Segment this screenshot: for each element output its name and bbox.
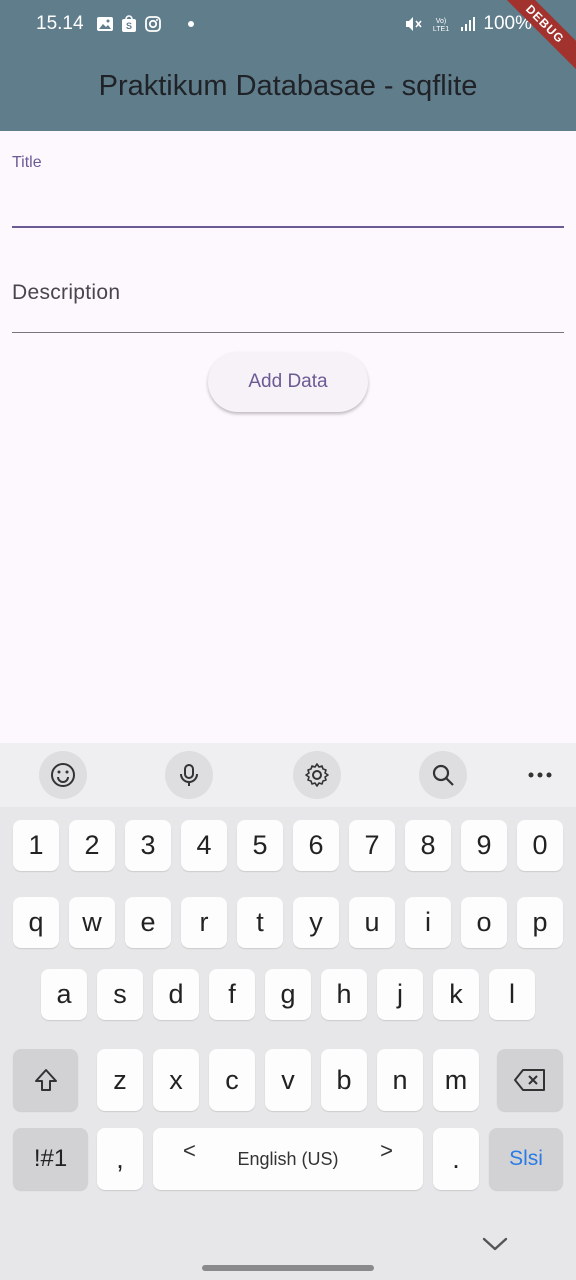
comma-key[interactable]: , bbox=[97, 1128, 143, 1190]
period-key[interactable]: . bbox=[433, 1128, 479, 1190]
backspace-icon bbox=[514, 1069, 545, 1091]
key-b[interactable]: b bbox=[321, 1049, 367, 1111]
key-0[interactable]: 0 bbox=[517, 820, 563, 871]
system-status-icons: Vo) LTE1 100% bbox=[403, 13, 532, 35]
gallery-icon bbox=[97, 17, 113, 31]
key-y[interactable]: y bbox=[293, 897, 339, 948]
instagram-icon bbox=[145, 16, 161, 32]
svg-text:Vo): Vo) bbox=[436, 18, 447, 25]
keyboard-toolbar bbox=[0, 743, 576, 807]
cursor-left-icon: < bbox=[183, 1138, 196, 1163]
search-button[interactable] bbox=[419, 751, 467, 799]
key-h[interactable]: h bbox=[321, 969, 367, 1020]
key-w[interactable]: w bbox=[69, 897, 115, 948]
key-j[interactable]: j bbox=[377, 969, 423, 1020]
shift-icon bbox=[34, 1069, 57, 1091]
key-5[interactable]: 5 bbox=[237, 820, 283, 871]
signal-icon bbox=[461, 17, 476, 31]
key-k[interactable]: k bbox=[433, 969, 479, 1020]
hide-keyboard-icon[interactable] bbox=[478, 1227, 512, 1261]
key-q[interactable]: q bbox=[13, 897, 59, 948]
emoji-button[interactable] bbox=[39, 751, 87, 799]
key-g[interactable]: g bbox=[265, 969, 311, 1020]
key-p[interactable]: p bbox=[517, 897, 563, 948]
status-time: 15.14 bbox=[36, 13, 84, 34]
microphone-icon bbox=[180, 764, 198, 786]
cursor-right-icon: > bbox=[380, 1138, 393, 1163]
key-t[interactable]: t bbox=[237, 897, 283, 948]
key-4[interactable]: 4 bbox=[181, 820, 227, 871]
space-key[interactable]: < English (US) > bbox=[153, 1128, 423, 1190]
more-icon bbox=[528, 772, 552, 778]
title-field-label: Title bbox=[12, 154, 42, 171]
key-2[interactable]: 2 bbox=[69, 820, 115, 871]
key-r[interactable]: r bbox=[181, 897, 227, 948]
key-a[interactable]: a bbox=[41, 969, 87, 1020]
key-u[interactable]: u bbox=[349, 897, 395, 948]
more-options-button[interactable] bbox=[516, 751, 564, 799]
title-field[interactable]: Title bbox=[12, 150, 568, 228]
key-m[interactable]: m bbox=[433, 1049, 479, 1111]
volte-icon: Vo)LTE1 bbox=[433, 18, 449, 33]
key-i[interactable]: i bbox=[405, 897, 451, 948]
title-input[interactable] bbox=[12, 199, 568, 222]
key-s[interactable]: s bbox=[97, 969, 143, 1020]
settings-icon bbox=[305, 763, 329, 787]
key-7[interactable]: 7 bbox=[349, 820, 395, 871]
symbols-key[interactable]: !#1 bbox=[13, 1128, 88, 1190]
key-8[interactable]: 8 bbox=[405, 820, 451, 871]
action-key[interactable]: Slsi bbox=[489, 1128, 563, 1190]
soft-keyboard: 1 2 3 4 5 6 7 8 9 0 q w e r t y u i o p … bbox=[0, 743, 576, 1280]
mute-icon bbox=[406, 17, 423, 31]
space-language-label: English (US) bbox=[237, 1148, 339, 1169]
emoji-icon bbox=[51, 763, 75, 787]
key-f[interactable]: f bbox=[209, 969, 255, 1020]
add-data-button[interactable]: Add Data bbox=[208, 352, 368, 412]
description-field-label: Description bbox=[12, 281, 121, 304]
notification-icons: S bbox=[96, 15, 200, 33]
shift-key[interactable] bbox=[13, 1049, 78, 1111]
status-bar: 15.14 S Vo) LTE1 100% bbox=[0, 0, 576, 50]
app-bar: 15.14 S Vo) LTE1 100% Praktikum Databasae… bbox=[0, 0, 576, 131]
key-3[interactable]: 3 bbox=[125, 820, 171, 871]
key-o[interactable]: o bbox=[461, 897, 507, 948]
key-1[interactable]: 1 bbox=[13, 820, 59, 871]
app-title: Praktikum Databasae - sqflite bbox=[98, 70, 478, 102]
key-c[interactable]: c bbox=[209, 1049, 255, 1111]
key-n[interactable]: n bbox=[377, 1049, 423, 1111]
key-d[interactable]: d bbox=[153, 969, 199, 1020]
key-e[interactable]: e bbox=[125, 897, 171, 948]
keyboard-settings-button[interactable] bbox=[293, 751, 341, 799]
key-6[interactable]: 6 bbox=[293, 820, 339, 871]
description-input[interactable] bbox=[12, 305, 568, 328]
key-v[interactable]: v bbox=[265, 1049, 311, 1111]
dot-icon bbox=[188, 21, 194, 27]
key-z[interactable]: z bbox=[97, 1049, 143, 1111]
svg-text:S: S bbox=[126, 21, 132, 31]
shopee-icon: S bbox=[122, 15, 136, 32]
key-l[interactable]: l bbox=[489, 969, 535, 1020]
key-x[interactable]: x bbox=[153, 1049, 199, 1111]
voice-input-button[interactable] bbox=[165, 751, 213, 799]
search-icon bbox=[432, 764, 454, 786]
svg-text:LTE1: LTE1 bbox=[433, 26, 449, 33]
gesture-nav-bar[interactable] bbox=[202, 1265, 374, 1271]
description-field[interactable]: Description bbox=[12, 270, 568, 333]
key-9[interactable]: 9 bbox=[461, 820, 507, 871]
backspace-key[interactable] bbox=[497, 1049, 563, 1111]
